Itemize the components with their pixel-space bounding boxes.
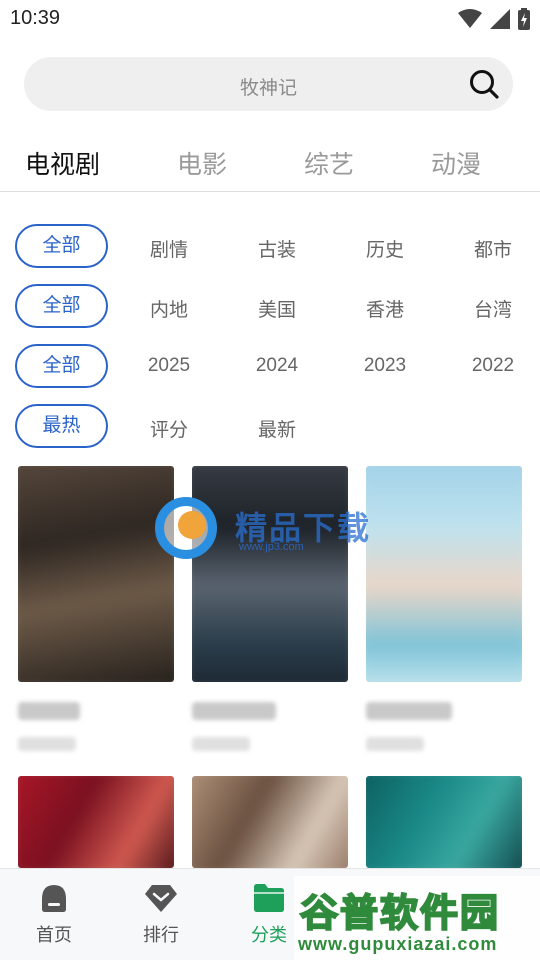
battery-icon <box>518 8 530 30</box>
poster-subtitle-blurred <box>192 737 250 751</box>
poster-title-blurred <box>18 702 80 720</box>
category-tabs: 电视剧 电影 综艺 动漫 <box>0 140 540 192</box>
region-all-chip[interactable]: 全部 <box>15 284 108 328</box>
tab-tv-series[interactable]: 电视剧 <box>25 145 100 181</box>
folder-icon <box>254 884 284 912</box>
search-bar[interactable]: 牧神记 <box>24 57 513 111</box>
ranking-icon <box>145 885 177 912</box>
year-option[interactable]: 2024 <box>232 355 322 377</box>
year-filter-row: 全部 2025 2024 2023 2022 <box>0 344 540 388</box>
nav-home[interactable]: 首页 <box>19 883 89 947</box>
wifi-icon <box>458 9 482 28</box>
tab-anime[interactable]: 动漫 <box>431 145 481 181</box>
corner-watermark-text: 谷普软件园 <box>299 892 501 936</box>
search-icon[interactable] <box>469 69 499 99</box>
tab-movies[interactable]: 电影 <box>177 145 227 181</box>
sort-hot-chip[interactable]: 最热 <box>15 404 108 448</box>
home-icon <box>42 885 66 912</box>
corner-watermark-url: www.gupuxiazai.com <box>298 934 498 954</box>
genre-option[interactable]: 剧情 <box>124 235 214 262</box>
region-option[interactable]: 香港 <box>340 295 430 322</box>
region-option[interactable]: 美国 <box>232 295 322 322</box>
sort-option[interactable]: 最新 <box>232 415 322 442</box>
status-bar: 10:39 <box>0 0 540 38</box>
watermark-logo-dot <box>178 511 206 539</box>
tab-variety[interactable]: 综艺 <box>304 145 354 181</box>
poster-subtitle-blurred <box>18 737 76 751</box>
genre-option[interactable]: 都市 <box>448 235 538 262</box>
poster-card[interactable] <box>18 466 174 682</box>
status-time: 10:39 <box>10 7 61 29</box>
sort-filter-row: 最热 评分 最新 <box>0 404 540 448</box>
nav-ranking[interactable]: 排行 <box>126 883 196 947</box>
corner-watermark: 谷普软件园 www.gupuxiazai.com <box>294 876 540 960</box>
watermark-overlay: 精品下载 www.jp3.com <box>155 493 385 563</box>
poster-title-blurred <box>192 702 276 720</box>
nav-home-label: 首页 <box>36 925 72 945</box>
poster-card[interactable] <box>366 776 522 868</box>
search-input[interactable]: 牧神记 <box>24 73 513 100</box>
genre-option[interactable]: 历史 <box>340 235 430 262</box>
sort-option[interactable]: 评分 <box>124 415 214 442</box>
year-option[interactable]: 2023 <box>340 355 430 377</box>
year-option[interactable]: 2025 <box>124 355 214 377</box>
genre-option[interactable]: 古装 <box>232 235 322 262</box>
poster-card[interactable] <box>18 776 174 868</box>
poster-card[interactable] <box>192 776 348 868</box>
region-option[interactable]: 台湾 <box>448 295 538 322</box>
region-filter-row: 全部 内地 美国 香港 台湾 <box>0 284 540 328</box>
poster-card[interactable] <box>366 466 522 682</box>
poster-title-blurred <box>366 702 452 720</box>
nav-ranking-label: 排行 <box>143 925 179 945</box>
poster-subtitle-blurred <box>366 737 424 751</box>
genre-all-chip[interactable]: 全部 <box>15 224 108 268</box>
signal-icon <box>490 9 510 29</box>
year-all-chip[interactable]: 全部 <box>15 344 108 388</box>
region-option[interactable]: 内地 <box>124 295 214 322</box>
year-option[interactable]: 2022 <box>448 355 538 377</box>
genre-filter-row: 全部 剧情 古装 历史 都市 <box>0 224 540 268</box>
status-icons <box>458 8 530 30</box>
watermark-url: www.jp3.com <box>239 541 304 553</box>
